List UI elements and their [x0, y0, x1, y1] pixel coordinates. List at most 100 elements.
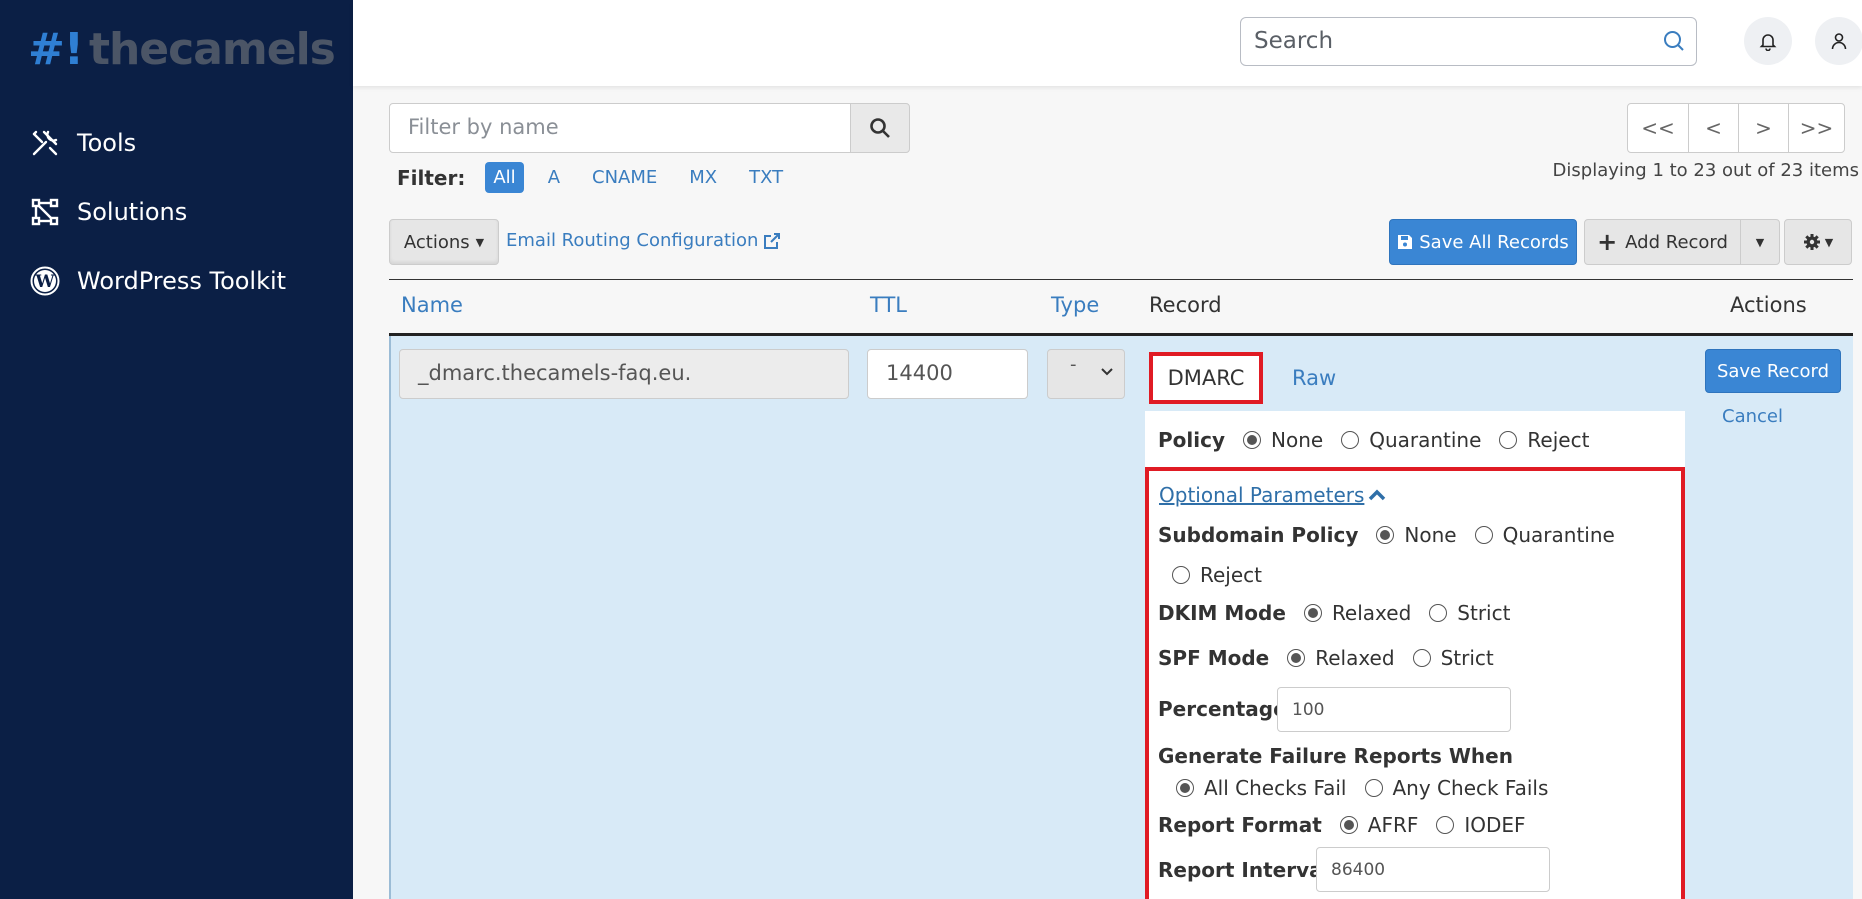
dkim-strict-radio[interactable] [1429, 604, 1448, 622]
wordpress-icon: W [30, 266, 60, 296]
search-input[interactable] [1254, 18, 1644, 63]
report-format-label: Report Format [1158, 813, 1322, 837]
record-type-select[interactable]: - [1047, 349, 1125, 399]
policy-row: Policy None Quarantine Reject [1158, 428, 1601, 452]
search-icon[interactable] [1662, 29, 1686, 57]
filter-chip-cname[interactable]: CNAME [584, 162, 665, 193]
tab-raw[interactable]: Raw [1292, 366, 1336, 390]
sidebar-item-wordpress-toolkit[interactable]: W WordPress Toolkit [30, 266, 286, 296]
brand-logo[interactable]: #! thecamels [28, 24, 336, 75]
policy-quarantine-radio[interactable] [1341, 431, 1360, 449]
spf-mode-row: SPF Mode Relaxed Strict [1158, 646, 1506, 670]
tools-icon [32, 130, 58, 156]
filter-by-name-input[interactable] [408, 104, 848, 150]
floppy-disk-icon [1398, 235, 1413, 249]
sidebar-item-solutions[interactable]: Solutions [30, 197, 187, 227]
add-record-dropdown-button[interactable]: ▼ [1740, 219, 1780, 265]
failure-any-check-label: Any Check Fails [1392, 776, 1549, 800]
column-header-name[interactable]: Name [401, 293, 463, 317]
record-name-field[interactable]: _dmarc.thecamels-faq.eu. [399, 349, 849, 399]
column-header-type[interactable]: Type [1051, 293, 1099, 317]
subdomain-reject-radio[interactable] [1172, 566, 1190, 584]
record-type-value: - [1070, 354, 1077, 375]
subdomain-policy-label: Subdomain Policy [1158, 523, 1359, 547]
filter-chip-a[interactable]: A [540, 162, 568, 193]
add-record-label: Add Record [1625, 231, 1728, 253]
subdomain-reject-row: Reject [1166, 563, 1274, 587]
failure-reports-row: Generate Failure Reports When [1158, 744, 1525, 768]
report-interval-input[interactable]: 86400 [1316, 847, 1550, 892]
save-all-records-button[interactable]: Save All Records [1389, 219, 1577, 265]
sidebar: #! thecamels Tools Solutions W WordPress … [0, 0, 353, 899]
dkim-relaxed-label: Relaxed [1331, 601, 1412, 625]
report-interval-label: Report Interval [1158, 858, 1330, 882]
pagination: << < > >> [1627, 103, 1845, 153]
subdomain-none-label: None [1404, 523, 1457, 547]
percentage-input[interactable]: 100 [1277, 687, 1511, 732]
user-menu-button[interactable] [1815, 17, 1862, 65]
failure-all-checks-radio[interactable] [1176, 779, 1194, 797]
save-record-button[interactable]: Save Record [1705, 349, 1841, 393]
cancel-link[interactable]: Cancel [1722, 406, 1783, 427]
user-icon [1831, 33, 1847, 50]
sidebar-item-label: WordPress Toolkit [77, 267, 287, 295]
prev-page-button[interactable]: < [1688, 103, 1739, 153]
caret-down-icon: ▼ [1755, 235, 1765, 249]
brand-hash: #! [28, 24, 84, 75]
dkim-strict-label: Strict [1457, 601, 1511, 625]
format-iodef-radio[interactable] [1436, 816, 1455, 834]
column-header-ttl[interactable]: TTL [870, 293, 907, 317]
filter-chip-mx[interactable]: MX [681, 162, 725, 193]
policy-none-radio[interactable] [1243, 431, 1262, 449]
report-format-row: Report Format AFRF IODEF [1158, 813, 1538, 837]
spf-relaxed-radio[interactable] [1287, 649, 1306, 667]
filter-chip-txt[interactable]: TXT [741, 162, 791, 193]
optional-parameters-toggle[interactable]: Optional Parameters [1159, 483, 1386, 507]
external-link-icon [764, 232, 781, 249]
global-search [1240, 17, 1697, 66]
sidebar-item-tools[interactable]: Tools [30, 128, 136, 158]
filter-chip-all[interactable]: All [485, 162, 524, 193]
caret-down-icon: ▼ [1824, 235, 1834, 249]
failure-all-checks-label: All Checks Fail [1204, 776, 1347, 800]
last-page-button[interactable]: >> [1788, 103, 1845, 153]
plus-icon: + [1597, 228, 1618, 256]
table-top-border [389, 279, 1853, 280]
record-ttl-field[interactable]: 14400 [867, 349, 1028, 399]
solutions-icon [31, 198, 59, 226]
column-header-record: Record [1149, 293, 1222, 317]
actions-label: Actions [403, 231, 470, 253]
settings-dropdown-button[interactable]: ▼ [1784, 219, 1852, 265]
top-header [353, 0, 1862, 86]
save-all-label: Save All Records [1419, 231, 1569, 253]
subdomain-quarantine-label: Quarantine [1502, 523, 1615, 547]
actions-dropdown-button[interactable]: Actions ▼ [389, 219, 499, 265]
policy-none-label: None [1271, 428, 1324, 452]
filter-search-button[interactable] [850, 103, 910, 153]
filter-chips: Filter: All A CNAME MX TXT [397, 162, 807, 193]
report-interval-row: Report Interval [1158, 858, 1341, 882]
notifications-button[interactable] [1744, 17, 1792, 65]
tab-dmarc[interactable]: DMARC [1149, 352, 1263, 404]
bell-icon [1759, 34, 1777, 51]
chevron-down-icon [1101, 368, 1113, 376]
format-iodef-label: IODEF [1464, 813, 1526, 837]
format-afrf-radio[interactable] [1339, 816, 1358, 834]
gear-icon [1803, 234, 1820, 250]
search-icon [870, 118, 890, 138]
policy-reject-label: Reject [1527, 428, 1590, 452]
dkim-relaxed-radio[interactable] [1303, 604, 1322, 622]
brand-name: thecamels [88, 24, 336, 75]
email-routing-link[interactable]: Email Routing Configuration [506, 230, 781, 251]
next-page-button[interactable]: > [1738, 103, 1789, 153]
first-page-button[interactable]: << [1627, 103, 1689, 153]
add-record-button[interactable]: + Add Record [1584, 219, 1741, 265]
failure-any-check-radio[interactable] [1364, 779, 1383, 797]
subdomain-none-radio[interactable] [1376, 526, 1395, 544]
dkim-mode-row: DKIM Mode Relaxed Strict [1158, 601, 1522, 625]
subdomain-quarantine-radio[interactable] [1474, 526, 1493, 544]
chevron-up-icon [1369, 489, 1386, 501]
subdomain-reject-label: Reject [1200, 563, 1263, 587]
policy-reject-radio[interactable] [1499, 431, 1518, 449]
spf-strict-radio[interactable] [1412, 649, 1431, 667]
